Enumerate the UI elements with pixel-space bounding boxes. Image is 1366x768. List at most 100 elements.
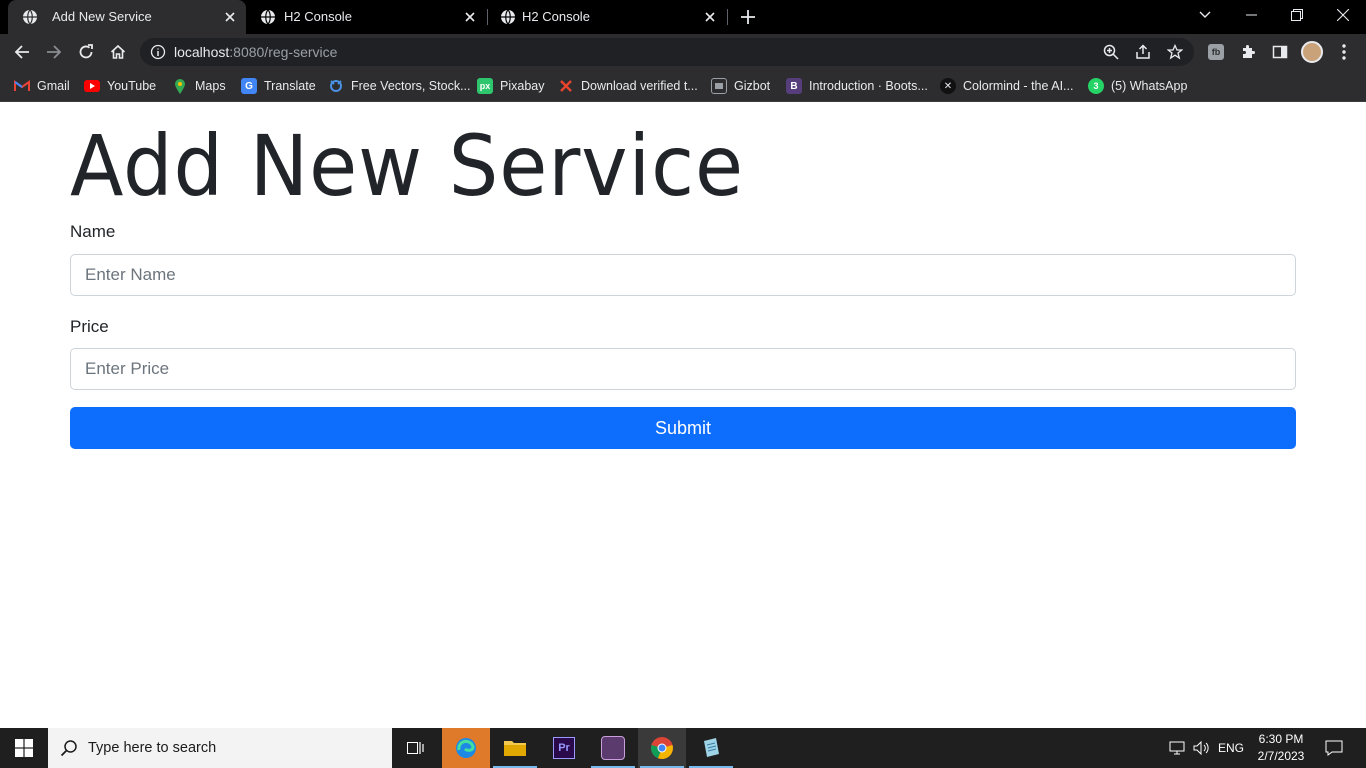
price-label: Price bbox=[70, 317, 109, 336]
bookmark-label: Maps bbox=[195, 79, 226, 93]
youtube-icon bbox=[84, 78, 100, 94]
close-tab-icon[interactable] bbox=[462, 9, 478, 25]
bookmark-label: Introduction · Boots... bbox=[809, 79, 928, 93]
bookmark-youtube[interactable]: YouTube bbox=[84, 76, 156, 96]
reload-button[interactable] bbox=[74, 40, 98, 64]
bookmark-download-verified[interactable]: Download verified t... bbox=[558, 76, 698, 96]
bookmark-label: Gizbot bbox=[734, 79, 771, 93]
clock-date: 2/7/2023 bbox=[1257, 749, 1305, 763]
task-view-button[interactable] bbox=[392, 728, 440, 768]
zoom-icon[interactable] bbox=[1102, 43, 1120, 61]
bookmark-freepik[interactable]: Free Vectors, Stock... bbox=[328, 76, 471, 96]
maps-icon bbox=[172, 78, 188, 94]
bookmark-colormind[interactable]: ✕ Colormind - the AI... bbox=[940, 76, 1073, 96]
puzzle-icon[interactable] bbox=[1236, 40, 1260, 64]
forward-button[interactable] bbox=[42, 40, 66, 64]
bookmark-star-icon[interactable] bbox=[1166, 43, 1184, 61]
page-content: Add New Service Name Price Submit bbox=[0, 103, 1366, 728]
taskbar-chrome[interactable] bbox=[638, 728, 686, 768]
site-info-icon[interactable] bbox=[150, 44, 166, 60]
start-button[interactable] bbox=[0, 728, 48, 768]
side-panel-icon[interactable] bbox=[1268, 40, 1292, 64]
tab-title: H2 Console bbox=[284, 9, 352, 24]
bookmark-whatsapp[interactable]: 3 (5) WhatsApp bbox=[1088, 76, 1187, 96]
name-input[interactable] bbox=[70, 254, 1296, 296]
back-button[interactable] bbox=[10, 40, 34, 64]
name-label: Name bbox=[70, 222, 116, 241]
gmail-icon bbox=[14, 78, 30, 94]
bootstrap-icon: B bbox=[786, 78, 802, 94]
bookmark-label: (5) WhatsApp bbox=[1111, 79, 1188, 93]
close-tab-icon[interactable] bbox=[222, 9, 238, 25]
chrome-icon bbox=[651, 737, 673, 760]
bookmark-label: Colormind - the AI... bbox=[963, 79, 1074, 93]
tab-strip: Add New Service H2 Console H2 Console bbox=[0, 0, 1366, 34]
submit-button[interactable]: Submit bbox=[70, 407, 1296, 449]
tab-title: H2 Console bbox=[522, 9, 590, 24]
home-button[interactable] bbox=[106, 40, 130, 64]
bookmark-label: Pixabay bbox=[500, 79, 545, 93]
whatsapp-icon: 3 bbox=[1088, 78, 1104, 94]
bookmark-gizbot[interactable]: Gizbot bbox=[711, 76, 770, 96]
notifications-icon[interactable] bbox=[1318, 728, 1350, 768]
gizbot-icon bbox=[711, 78, 727, 94]
tab-h2-console-1[interactable]: H2 Console bbox=[246, 0, 486, 34]
tab-title: Add New Service bbox=[52, 9, 152, 24]
translate-icon: G bbox=[241, 78, 257, 94]
edge-icon bbox=[456, 738, 476, 758]
bookmark-label: Download verified t... bbox=[581, 79, 698, 93]
premiere-icon: Pr bbox=[553, 737, 575, 759]
url-host: localhost bbox=[174, 44, 230, 60]
network-icon[interactable] bbox=[1164, 728, 1190, 768]
menu-kebab-icon[interactable] bbox=[1332, 40, 1356, 64]
new-tab-button[interactable] bbox=[738, 7, 758, 27]
restore-button[interactable] bbox=[1274, 0, 1320, 30]
minimize-button[interactable] bbox=[1228, 0, 1274, 30]
windows-taskbar: Type here to search Pr ENG 6:30 PM 2/7/2… bbox=[0, 728, 1366, 768]
taskbar-file-explorer[interactable] bbox=[491, 728, 539, 768]
game-icon bbox=[601, 736, 625, 760]
bookmark-maps[interactable]: Maps bbox=[172, 76, 226, 96]
url-text: localhost:8080/reg-service bbox=[174, 44, 337, 60]
taskbar-premiere[interactable]: Pr bbox=[540, 728, 588, 768]
tab-h2-console-2[interactable]: H2 Console bbox=[486, 0, 726, 34]
globe-icon bbox=[23, 9, 37, 25]
pixabay-icon: px bbox=[477, 78, 493, 94]
globe-icon bbox=[261, 9, 275, 25]
price-input[interactable] bbox=[70, 348, 1296, 390]
search-icon bbox=[60, 740, 77, 757]
bookmark-translate[interactable]: G Translate bbox=[241, 76, 316, 96]
tab-add-new-service[interactable]: Add New Service bbox=[8, 0, 246, 34]
tab-search-button[interactable] bbox=[1182, 0, 1228, 30]
search-placeholder: Type here to search bbox=[88, 740, 217, 756]
share-icon[interactable] bbox=[1134, 43, 1152, 61]
url-path: :8080/reg-service bbox=[229, 44, 338, 60]
taskbar-notes-app[interactable] bbox=[687, 728, 735, 768]
extension-icon[interactable]: fb bbox=[1204, 40, 1228, 64]
taskbar-search[interactable]: Type here to search bbox=[48, 728, 392, 768]
close-tab-icon[interactable] bbox=[702, 9, 718, 25]
address-bar[interactable]: localhost:8080/reg-service bbox=[140, 38, 1194, 66]
folder-icon bbox=[504, 741, 526, 756]
freepik-icon bbox=[328, 78, 344, 94]
volume-icon[interactable] bbox=[1190, 728, 1214, 768]
globe-icon bbox=[501, 9, 515, 25]
bookmark-gmail[interactable]: Gmail bbox=[14, 76, 70, 96]
bookmark-pixabay[interactable]: px Pixabay bbox=[477, 76, 544, 96]
taskbar-game[interactable] bbox=[589, 728, 637, 768]
page-title: Add New Service bbox=[70, 117, 744, 215]
system-clock[interactable]: 6:30 PM 2/7/2023 bbox=[1250, 731, 1312, 765]
profile-avatar[interactable] bbox=[1300, 40, 1324, 64]
bookmark-label: Translate bbox=[264, 79, 316, 93]
close-window-button[interactable] bbox=[1320, 0, 1366, 30]
taskbar-edge[interactable] bbox=[442, 728, 490, 768]
bookmark-bootstrap[interactable]: B Introduction · Boots... bbox=[786, 76, 928, 96]
notepad-icon bbox=[704, 738, 719, 757]
bookmarks-bar: Gmail YouTube Maps G Translate Free Vecto… bbox=[0, 70, 1366, 102]
colormind-icon: ✕ bbox=[940, 78, 956, 94]
x-icon bbox=[558, 78, 574, 94]
language-indicator[interactable]: ENG bbox=[1214, 728, 1248, 768]
bookmark-label: Gmail bbox=[37, 79, 70, 93]
clock-time: 6:30 PM bbox=[1258, 732, 1304, 746]
tab-separator bbox=[727, 9, 728, 25]
